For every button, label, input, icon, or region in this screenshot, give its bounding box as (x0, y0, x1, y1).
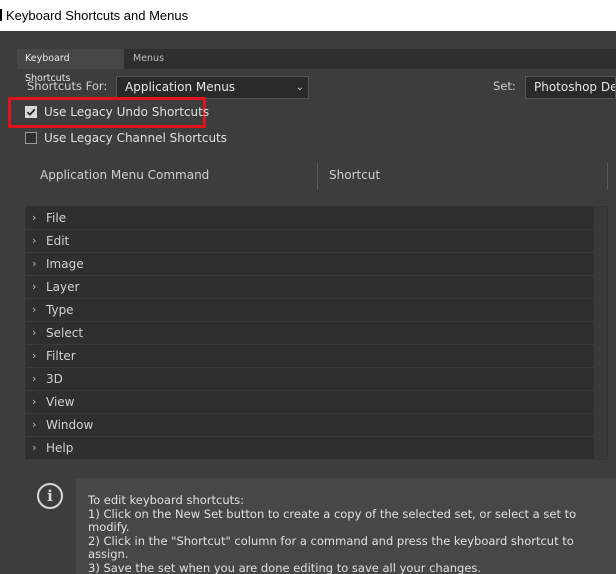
chevron-right-icon[interactable]: › (32, 391, 36, 413)
shortcuts-for-select[interactable]: Application Menus ⌄ (116, 76, 309, 99)
info-line: 3) Save the set when you are done editin… (88, 560, 482, 574)
menu-row-3d[interactable]: › 3D (26, 368, 595, 391)
row-label: Image (46, 257, 84, 271)
legacy-channel-checkbox[interactable] (25, 132, 37, 144)
chevron-down-icon: ⌄ (295, 82, 304, 93)
menu-row-layer[interactable]: › Layer (26, 276, 595, 299)
legacy-undo-label: Use Legacy Undo Shortcuts (44, 105, 210, 119)
menu-row-image[interactable]: › Image (26, 253, 595, 276)
legacy-channel-checkbox-row[interactable]: Use Legacy Channel Shortcuts (25, 129, 227, 147)
chevron-right-icon[interactable]: › (32, 253, 36, 275)
shortcuts-for-value: Application Menus (125, 80, 236, 94)
info-line: 2) Click in the "Shortcut" column for a … (88, 533, 574, 561)
info-icon: i (37, 483, 63, 509)
legacy-channel-label: Use Legacy Channel Shortcuts (44, 131, 228, 145)
chevron-right-icon[interactable]: › (32, 368, 36, 390)
row-label: Layer (46, 280, 80, 294)
menu-row-window[interactable]: › Window (26, 414, 595, 437)
chevron-right-icon[interactable]: › (32, 345, 36, 367)
window-title: Keyboard Shortcuts and Menus (6, 8, 189, 23)
row-label: Type (46, 303, 74, 317)
set-label: Set: (493, 79, 516, 93)
row-label: Edit (46, 234, 70, 248)
chevron-right-icon[interactable]: › (32, 230, 36, 252)
tab-keyboard-shortcuts[interactable]: Keyboard Shortcuts (17, 49, 124, 84)
title-bar: Keyboard Shortcuts and Menus (0, 0, 616, 31)
legacy-undo-checkbox-row[interactable]: Use Legacy Undo Shortcuts (25, 103, 209, 121)
checkmark-icon (26, 108, 36, 116)
info-line: To edit keyboard shortcuts: (88, 493, 245, 507)
chevron-right-icon[interactable]: › (32, 322, 36, 344)
title-edge (0, 9, 2, 21)
row-label: Window (46, 418, 94, 432)
row-label: Select (46, 326, 84, 340)
info-panel: i To edit keyboard shortcuts: 1) Click o… (25, 478, 616, 574)
dialog-body: Keyboard Shortcuts Menus Shortcuts For: … (0, 31, 616, 574)
scrollbar[interactable] (594, 207, 607, 459)
legacy-undo-checkbox[interactable] (25, 106, 37, 118)
tab-bar: Keyboard Shortcuts Menus (17, 49, 616, 84)
set-select[interactable]: Photoshop Defaults (525, 76, 616, 99)
chevron-right-icon[interactable]: › (32, 207, 36, 229)
column-divider (607, 163, 608, 190)
set-value: Photoshop Defaults (534, 80, 616, 94)
command-list: › File › Edit › Image › Layer › Type › Select … (25, 206, 608, 460)
info-text-box: To edit keyboard shortcuts: 1) Click on … (76, 478, 616, 574)
shortcuts-for-label: Shortcuts For: (27, 79, 108, 93)
column-header-shortcut[interactable]: Shortcut (329, 156, 380, 194)
row-label: Filter (46, 349, 76, 363)
row-label: View (46, 395, 75, 409)
table-header: Application Menu Command Shortcut (25, 156, 608, 194)
menu-row-view[interactable]: › View (26, 391, 595, 414)
column-header-command[interactable]: Application Menu Command (40, 156, 209, 194)
menu-row-select[interactable]: › Select (26, 322, 595, 345)
menu-row-edit[interactable]: › Edit (26, 230, 595, 253)
menu-row-filter[interactable]: › Filter (26, 345, 595, 368)
column-divider (317, 163, 318, 190)
chevron-right-icon[interactable]: › (32, 437, 36, 459)
menu-row-type[interactable]: › Type (26, 299, 595, 322)
menu-row-file[interactable]: › File (26, 207, 595, 230)
chevron-right-icon[interactable]: › (32, 276, 36, 298)
menu-row-help[interactable]: › Help (26, 437, 595, 460)
tab-menus[interactable]: Menus (124, 49, 173, 69)
chevron-right-icon[interactable]: › (32, 414, 36, 436)
row-label: Help (46, 441, 74, 455)
row-label: File (46, 211, 67, 225)
chevron-right-icon[interactable]: › (32, 299, 36, 321)
row-label: 3D (46, 372, 63, 386)
info-line: 1) Click on the New Set button to create… (88, 506, 577, 534)
